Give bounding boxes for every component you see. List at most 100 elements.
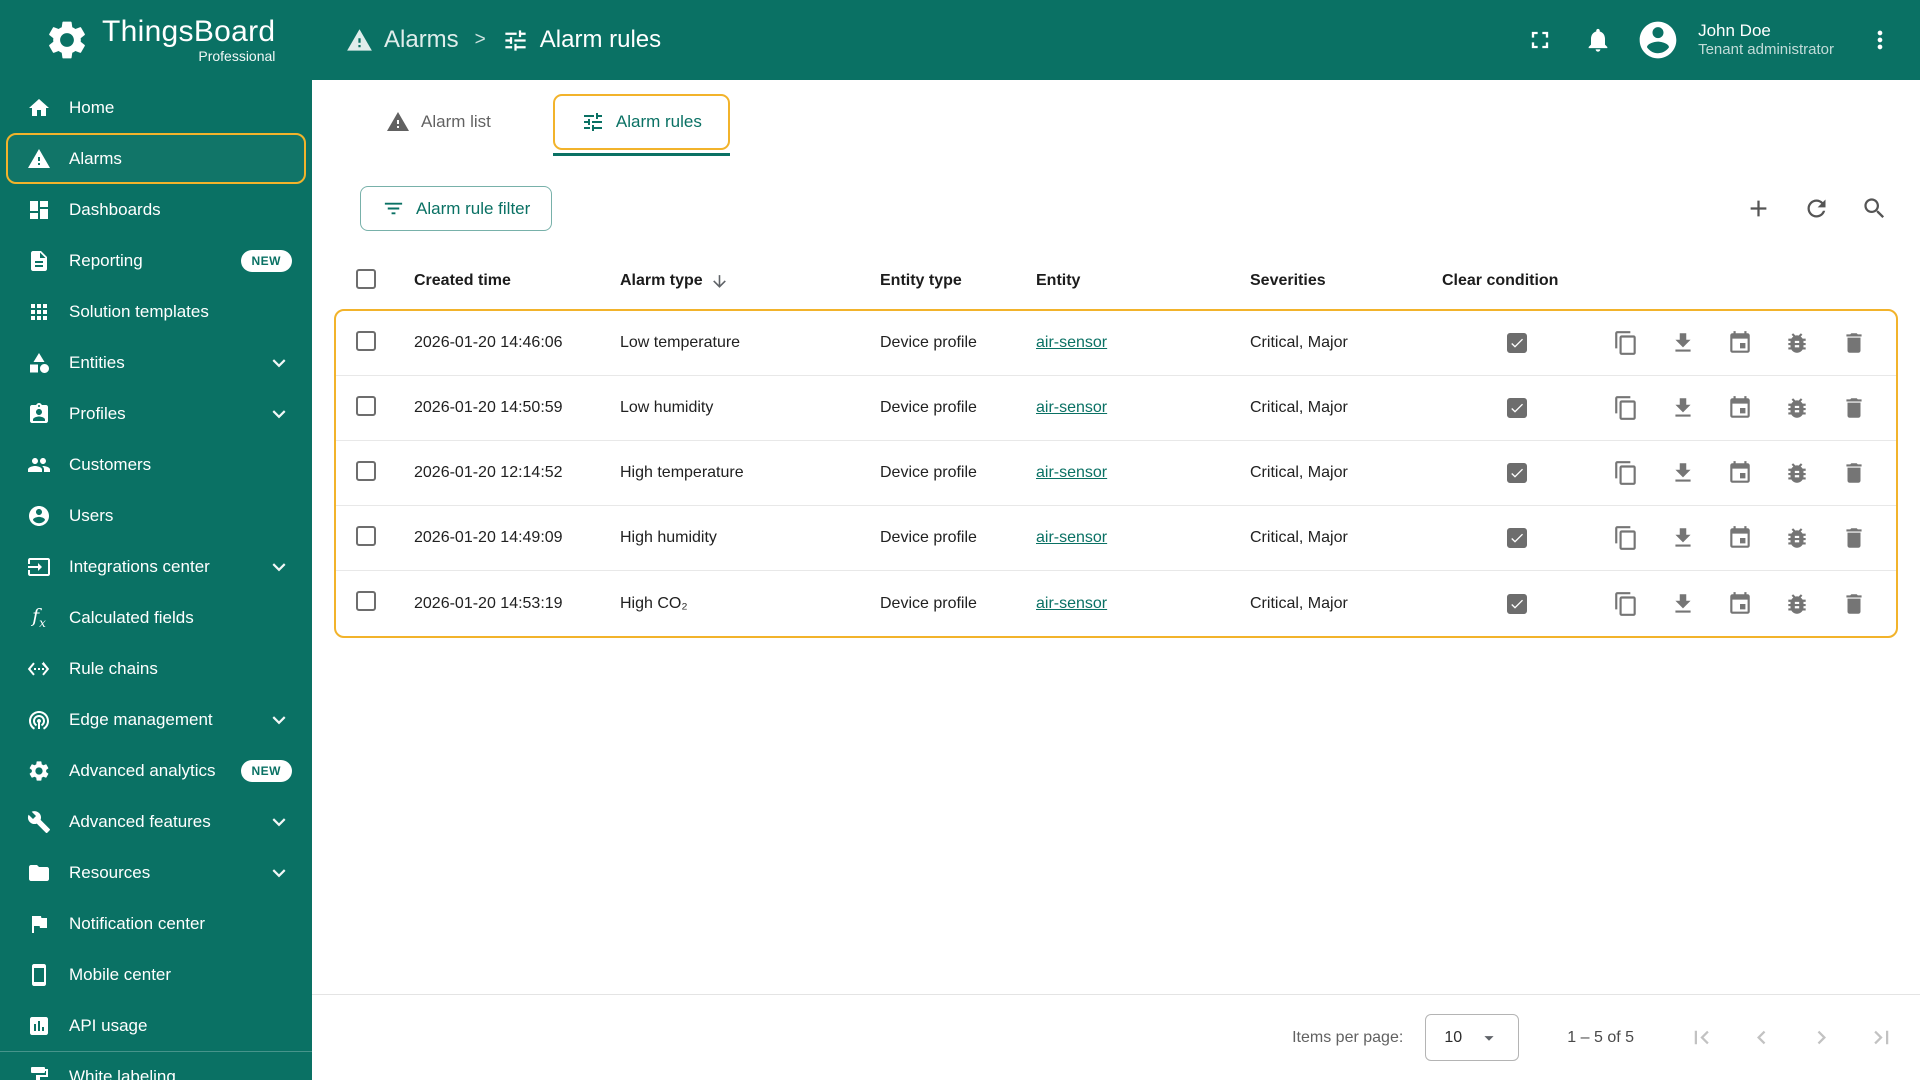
sidebar-item-advanced-features[interactable]: Advanced features: [0, 796, 312, 847]
schedule-button[interactable]: [1720, 584, 1760, 624]
table-row[interactable]: 2026-01-20 14:46:06 Low temperature Devi…: [336, 311, 1896, 376]
schedule-button[interactable]: [1720, 518, 1760, 558]
top-header: ThingsBoard Professional Alarms > Alarm …: [0, 0, 1920, 80]
schedule-button[interactable]: [1720, 453, 1760, 493]
download-button[interactable]: [1663, 388, 1703, 428]
sidebar-item-solution-templates[interactable]: Solution templates: [0, 286, 312, 337]
copy-button[interactable]: [1606, 518, 1646, 558]
sidebar-item-integrations-center[interactable]: Integrations center: [0, 541, 312, 592]
delete-button[interactable]: [1834, 323, 1874, 363]
rule-chains-icon: [27, 657, 51, 681]
row-checkbox[interactable]: [356, 525, 376, 546]
sidebar-item-notification-center[interactable]: Notification center: [0, 898, 312, 949]
breadcrumb-alarms[interactable]: Alarms: [346, 26, 459, 54]
previous-page-button[interactable]: [1738, 1015, 1784, 1061]
copy-button[interactable]: [1606, 323, 1646, 363]
copy-button[interactable]: [1606, 584, 1646, 624]
download-button[interactable]: [1663, 518, 1703, 558]
download-button[interactable]: [1663, 453, 1703, 493]
row-checkbox[interactable]: [356, 460, 376, 481]
debug-button[interactable]: [1777, 584, 1817, 624]
fullscreen-button[interactable]: [1514, 14, 1566, 66]
items-per-page-select[interactable]: 10: [1425, 1014, 1520, 1061]
copy-button[interactable]: [1606, 388, 1646, 428]
column-alarm-type[interactable]: Alarm type: [620, 272, 880, 291]
next-page-button[interactable]: [1798, 1015, 1844, 1061]
sidebar-item-white-labeling[interactable]: White labeling: [0, 1051, 312, 1080]
chevron-down-icon: [266, 401, 292, 427]
warning-icon: [27, 147, 51, 171]
entity-link[interactable]: air-sensor: [1036, 334, 1107, 351]
download-button[interactable]: [1663, 584, 1703, 624]
home-icon: [27, 96, 51, 120]
sidebar-item-customers[interactable]: Customers: [0, 439, 312, 490]
first-page-button[interactable]: [1678, 1015, 1724, 1061]
new-badge: NEW: [240, 249, 292, 272]
sidebar-item-advanced-analytics[interactable]: Advanced analytics NEW: [0, 745, 312, 796]
delete-icon: [1841, 330, 1867, 356]
debug-button[interactable]: [1777, 323, 1817, 363]
row-checkbox[interactable]: [356, 591, 376, 611]
column-entity[interactable]: Entity: [1036, 272, 1250, 290]
last-page-button[interactable]: [1858, 1015, 1904, 1061]
alarm-rule-filter-button[interactable]: Alarm rule filter: [360, 186, 553, 231]
delete-button[interactable]: [1834, 584, 1874, 624]
active-tab-indicator: [552, 153, 730, 156]
refresh-button[interactable]: [1794, 187, 1838, 231]
entity-link[interactable]: air-sensor: [1036, 595, 1107, 612]
sidebar-item-api-usage[interactable]: API usage: [0, 1000, 312, 1051]
sidebar-item-resources[interactable]: Resources: [0, 847, 312, 898]
sidebar-item-mobile-center[interactable]: Mobile center: [0, 949, 312, 1000]
sidebar-item-edge-management[interactable]: Edge management: [0, 694, 312, 745]
delete-button[interactable]: [1834, 453, 1874, 493]
table-row[interactable]: 2026-01-20 12:14:52 High temperature Dev…: [336, 441, 1896, 506]
resources-icon: [27, 861, 51, 885]
sidebar-item-calculated-fields[interactable]: fx Calculated fields: [0, 592, 312, 643]
table-row[interactable]: 2026-01-20 14:49:09 High humidity Device…: [336, 506, 1896, 571]
chevron-down-icon: [266, 707, 292, 733]
avatar[interactable]: [1636, 18, 1680, 62]
logo[interactable]: ThingsBoard Professional: [0, 16, 312, 64]
warning-icon: [346, 27, 373, 54]
copy-icon: [1613, 460, 1639, 486]
entity-link[interactable]: air-sensor: [1036, 529, 1107, 546]
sidebar-item-home[interactable]: Home: [0, 82, 312, 133]
sidebar-item-alarms[interactable]: Alarms: [6, 133, 306, 184]
debug-button[interactable]: [1777, 453, 1817, 493]
delete-button[interactable]: [1834, 388, 1874, 428]
notifications-button[interactable]: [1572, 14, 1624, 66]
select-all-checkbox[interactable]: [356, 268, 376, 289]
tab-alarm-rules[interactable]: Alarm rules: [552, 94, 730, 156]
table-row[interactable]: 2026-01-20 14:50:59 Low humidity Device …: [336, 376, 1896, 441]
column-created-time[interactable]: Created time: [414, 272, 620, 290]
check-icon: [1509, 530, 1525, 546]
row-checkbox[interactable]: [356, 395, 376, 416]
sidebar-item-profiles[interactable]: Profiles: [0, 388, 312, 439]
entity-link[interactable]: air-sensor: [1036, 464, 1107, 481]
download-icon: [1670, 460, 1696, 486]
copy-button[interactable]: [1606, 453, 1646, 493]
download-button[interactable]: [1663, 323, 1703, 363]
copy-icon: [1613, 395, 1639, 421]
entity-link[interactable]: air-sensor: [1036, 399, 1107, 416]
more-menu-button[interactable]: [1854, 14, 1906, 66]
customers-icon: [27, 453, 51, 477]
table-row[interactable]: 2026-01-20 14:53:19 High CO₂ Device prof…: [336, 571, 1896, 636]
user-info[interactable]: John Doe Tenant administrator: [1698, 20, 1834, 60]
row-checkbox[interactable]: [356, 330, 376, 351]
column-entity-type[interactable]: Entity type: [880, 272, 1036, 290]
sidebar-item-rule-chains[interactable]: Rule chains: [0, 643, 312, 694]
delete-button[interactable]: [1834, 518, 1874, 558]
schedule-button[interactable]: [1720, 388, 1760, 428]
tab-alarm-list[interactable]: Alarm list: [360, 94, 517, 150]
schedule-button[interactable]: [1720, 323, 1760, 363]
sidebar-item-users[interactable]: Users: [0, 490, 312, 541]
add-alarm-rule-button[interactable]: [1736, 187, 1780, 231]
sidebar-item-reporting[interactable]: Reporting NEW: [0, 235, 312, 286]
sidebar-item-dashboards[interactable]: Dashboards: [0, 184, 312, 235]
debug-button[interactable]: [1777, 388, 1817, 428]
column-severities[interactable]: Severities: [1250, 272, 1442, 290]
debug-button[interactable]: [1777, 518, 1817, 558]
search-button[interactable]: [1852, 187, 1896, 231]
sidebar-item-entities[interactable]: Entities: [0, 337, 312, 388]
